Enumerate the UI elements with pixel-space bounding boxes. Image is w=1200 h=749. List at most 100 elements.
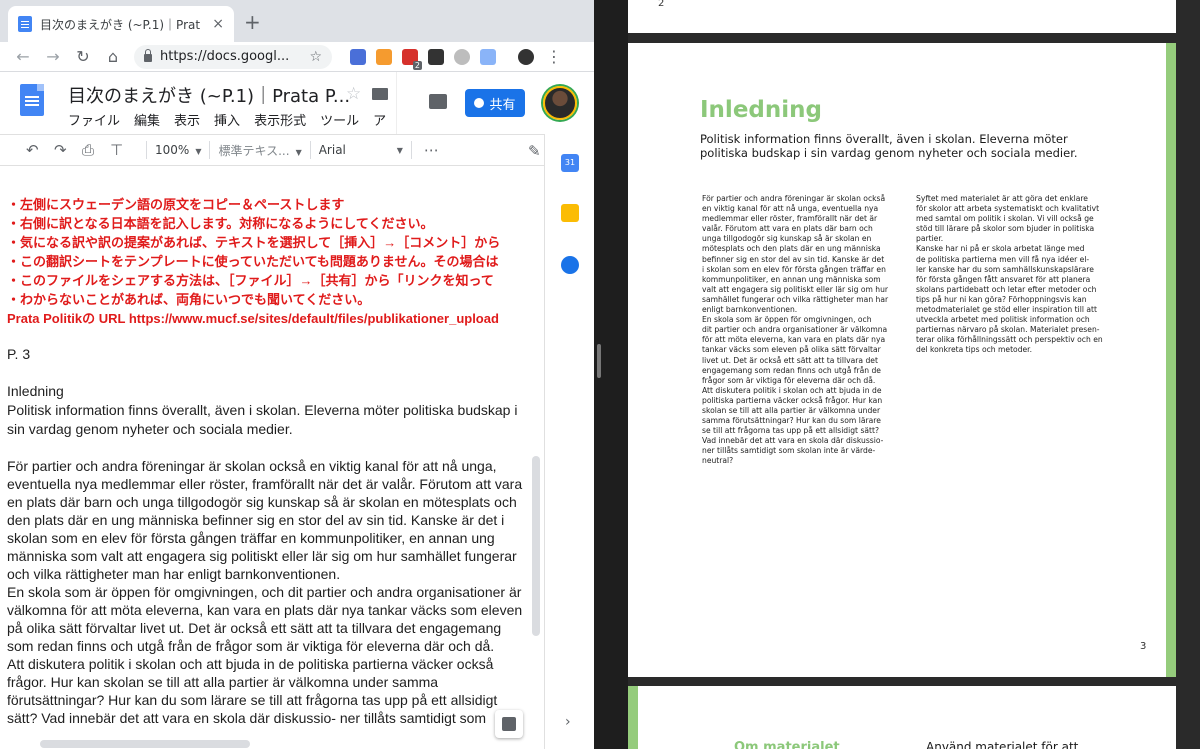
col-line: enligt barnkonventionen. <box>702 305 798 315</box>
back-arrow-icon[interactable]: ← <box>8 47 38 66</box>
next-page-subheading: Använd materialet för att <box>926 740 1079 749</box>
url-text[interactable]: https://docs.googl... <box>160 49 289 64</box>
vertical-scrollbar[interactable] <box>532 456 540 636</box>
col-line: Kanske har ni på er skola arbetat länge … <box>916 244 1085 254</box>
font-caret-icon: ▼ <box>396 145 403 155</box>
page-accent-bar <box>1166 43 1176 677</box>
calendar-day: 31 <box>564 158 576 167</box>
pdf-page-next: Om materialet Använd materialet för att <box>628 686 1176 749</box>
reload-icon[interactable]: ↻ <box>68 47 98 66</box>
toolbar-divider <box>209 141 211 159</box>
bookmark-star-icon[interactable]: ☆ <box>309 49 322 65</box>
tab-strip: 目次のまえがき (~P.1)｜Prata Poli × + <box>0 0 594 42</box>
menu-view[interactable]: 表示 <box>174 110 200 129</box>
tasks-icon[interactable] <box>561 256 579 274</box>
col-line: tankar väcks som eleven på olika sätt fö… <box>702 345 881 355</box>
body-line: En skola som är öppen för omgivningen, o… <box>7 584 522 600</box>
col-line: samma förutsättningar? Hur kan du som lä… <box>702 416 881 426</box>
star-document-icon[interactable]: ☆ <box>346 84 361 104</box>
share-button[interactable]: 共有 <box>465 89 525 117</box>
docs-favicon-icon <box>18 16 32 32</box>
new-tab-button[interactable]: + <box>244 10 261 34</box>
pdf-intro: Politisk information finns överallt, äve… <box>700 132 1100 160</box>
docs-toolbar: ↶ ↷ ⎙ ⊤ 100% ▼ 標準テキス... ▼ Arial ▼ ⋯ <box>0 134 544 166</box>
extension-icon-1[interactable] <box>350 48 366 65</box>
pdf-column-left: För partier och andra föreningar är skol… <box>702 194 888 467</box>
col-line: skolans partidebatt och letar efter meto… <box>916 284 1097 294</box>
comment-history-icon[interactable] <box>429 94 447 109</box>
browser-menu-icon[interactable]: ⋮ <box>546 47 562 66</box>
pdf-title: Inledning <box>700 97 822 123</box>
menu-addons[interactable]: ア <box>373 110 386 129</box>
keep-icon[interactable] <box>561 204 579 222</box>
horizontal-scrollbar[interactable] <box>40 740 250 748</box>
more-icon[interactable]: ⋯ <box>424 141 452 159</box>
tab-close-icon[interactable]: × <box>212 16 224 32</box>
zoom-select[interactable]: 100% ▼ <box>155 143 201 157</box>
pdf-page: Inledning Politisk information finns öve… <box>628 43 1176 677</box>
menu-tools[interactable]: ツール <box>320 110 359 129</box>
zoom-caret-icon: ▼ <box>195 147 202 156</box>
calendar-icon[interactable]: 31 <box>561 154 579 172</box>
print-icon[interactable]: ⎙ <box>82 141 110 159</box>
pdf-viewer[interactable]: 2 Inledning Politisk information finns ö… <box>628 0 1200 749</box>
split-view-divider[interactable] <box>594 0 628 749</box>
instruction-line: ・左側にスウェーデン語の原文をコピー＆ペーストします <box>7 197 345 212</box>
col-line: stöd till lärare på skolor som bjuder in… <box>916 224 1095 234</box>
person-icon <box>474 98 485 108</box>
col-line: tips på hur ni kan göra? Förhoppningsvis… <box>916 294 1087 304</box>
home-icon[interactable]: ⌂ <box>98 47 128 66</box>
col-line: valt att engagera sig politiskt eller lä… <box>702 284 889 294</box>
address-bar[interactable]: https://docs.googl... ☆ <box>134 44 332 69</box>
instruction-line: ・気になる訳や訳の提案があれば、テキストを選択して［挿入］→［コメント］から <box>7 235 501 250</box>
extension-icon-4[interactable] <box>428 48 444 65</box>
style-select[interactable]: 標準テキス... ▼ <box>218 142 301 159</box>
col-line: dit partier och andra organisationer är … <box>702 325 888 335</box>
undo-icon[interactable]: ↶ <box>26 141 54 159</box>
extension-icon-3[interactable]: 2 <box>402 48 422 70</box>
extension-icon-5[interactable] <box>454 48 470 65</box>
document-body[interactable]: ・左側にスウェーデン語の原文をコピー＆ペーストします ・右側に訳となる日本語を記… <box>0 166 544 749</box>
col-line: i skolan som en elev för första gången t… <box>702 264 886 274</box>
forward-arrow-icon[interactable]: → <box>38 47 68 66</box>
avatar[interactable] <box>543 86 577 120</box>
extension-icon-2[interactable] <box>376 48 392 65</box>
docs-menu-bar: ファイル 編集 表示 挿入 表示形式 ツール ア <box>68 110 400 129</box>
browser-tab[interactable]: 目次のまえがき (~P.1)｜Prata Poli × <box>8 6 234 42</box>
divider-handle[interactable] <box>597 344 601 378</box>
col-line: terar olika förhållningssätt och perspek… <box>916 335 1103 345</box>
editing-mode-icon[interactable]: ✎ <box>528 142 541 160</box>
font-select[interactable]: Arial <box>319 143 395 157</box>
screen: 目次のまえがき (~P.1)｜Prata Poli × + ← → ↻ ⌂ ht… <box>0 0 1200 749</box>
menu-file[interactable]: ファイル <box>68 110 120 129</box>
col-line: partiernas närvaro på skolan. Materialet… <box>916 325 1100 335</box>
redo-icon[interactable]: ↷ <box>54 141 82 159</box>
toolbar-divider <box>410 141 412 159</box>
col-line: livet ut. Det är också ett sätt att ta t… <box>702 355 878 365</box>
body-line: skolan som en elev för första gången trä… <box>7 530 495 546</box>
explore-icon[interactable] <box>495 710 523 738</box>
docs-logo-icon[interactable] <box>20 84 44 116</box>
col-line: för första gången fått ansvaret för att … <box>916 274 1091 284</box>
col-line: med samtal om politik i skolan. Vi vill … <box>916 214 1094 224</box>
col-line: Syftet med materialet är att göra det en… <box>916 194 1088 203</box>
col-line: neutral? <box>702 456 734 466</box>
menu-insert[interactable]: 挿入 <box>214 110 240 129</box>
menu-edit[interactable]: 編集 <box>134 110 160 129</box>
col-line: de politiska partierna men vill få nya i… <box>916 254 1090 264</box>
document-title[interactable]: 目次のまえがき (~P.1)｜Prata P... <box>68 82 350 108</box>
docs-header: 目次のまえがき (~P.1)｜Prata P... ☆ ファイル 編集 表示 挿… <box>0 72 594 134</box>
profile-icon[interactable] <box>518 48 534 65</box>
extension-icon-6[interactable] <box>480 48 496 65</box>
col-line: för att möta eleverna, kan vara en plats… <box>702 335 886 345</box>
menu-format[interactable]: 表示形式 <box>254 110 306 129</box>
body-line: För partier och andra föreningar är skol… <box>7 458 497 474</box>
chevron-right-icon[interactable]: › <box>565 714 571 730</box>
move-folder-icon[interactable] <box>372 88 388 100</box>
body-line: eventuella nya medlemmar eller röster, f… <box>7 476 523 492</box>
col-line: mötesplats och den plats där en ung männ… <box>702 244 881 254</box>
paint-format-icon[interactable]: ⊤ <box>110 141 138 159</box>
body-line: en plats där barn och unga tillgodogör s… <box>7 494 517 510</box>
col-line: partier. <box>916 234 944 244</box>
col-line: utveckla arbetet med politisk informatio… <box>916 315 1090 325</box>
